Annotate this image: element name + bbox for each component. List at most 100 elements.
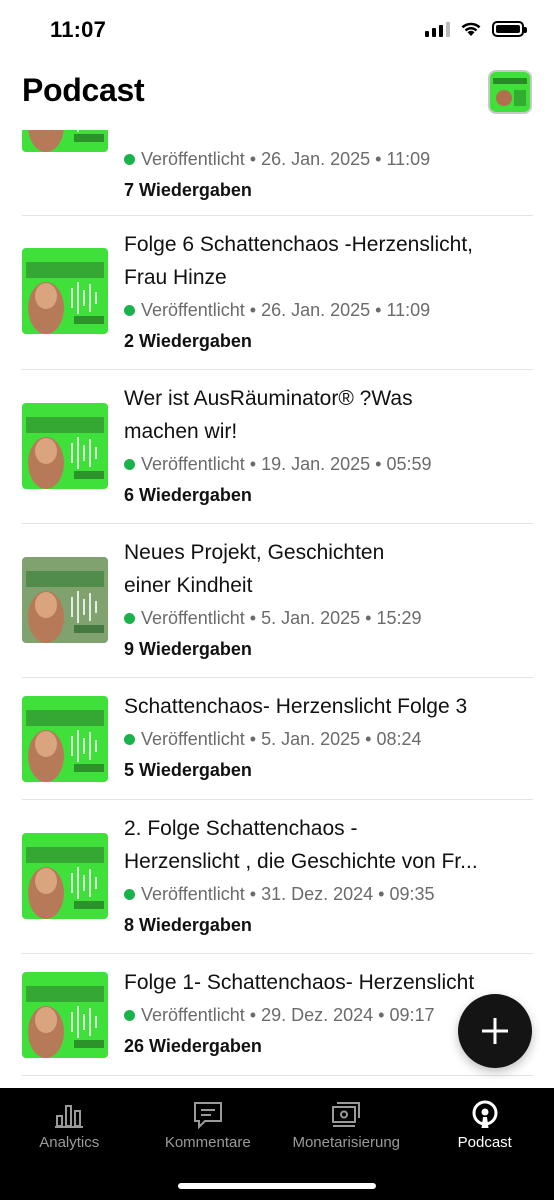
published-status-dot: [124, 888, 135, 900]
status-text: Veröffentlicht: [141, 729, 245, 749]
separator: •: [249, 149, 257, 169]
episode-row[interactable]: Veröffentlicht • 26. Jan. 2025 • 11:09 7 Wied…: [22, 130, 533, 216]
episode-details: 2. Folge Schattenchaos - Herzenslicht , d…: [124, 812, 533, 940]
publish-date: 31. Dez. 2024: [261, 884, 374, 904]
publish-date: 5. Jan. 2025: [261, 608, 361, 628]
home-indicator: [178, 1183, 376, 1189]
publish-time: 09:35: [389, 884, 435, 904]
episode-plays: 5 Wiedergaben: [124, 760, 252, 780]
episode-title: Folge 1- Schattenchaos- Herzenslicht: [124, 971, 475, 994]
status-time: 11:07: [50, 17, 107, 42]
episode-title: Folge 6 Schattenchaos -Herzenslicht,: [124, 233, 474, 256]
episode-row[interactable]: Schattenchaos- Herzenslicht Folge 3 Veröf…: [22, 678, 533, 800]
separator: •: [375, 300, 382, 320]
published-status-dot: [124, 733, 135, 745]
episode-cover-image: [22, 403, 108, 489]
page-title: Podcast: [22, 72, 145, 108]
episode-row[interactable]: Folge 6 Schattenchaos -Herzenslicht, Frau…: [22, 216, 533, 370]
status-icons: [425, 20, 527, 37]
separator: •: [378, 1005, 385, 1025]
episode-cover-image: [22, 696, 108, 782]
publish-date: 26. Jan. 2025: [261, 300, 371, 320]
separator: •: [365, 608, 372, 628]
cellular-signal-icon: [425, 21, 450, 37]
tab-label: Kommentare: [164, 1134, 251, 1151]
wifi-icon: [461, 22, 481, 36]
publish-time: 08:24: [376, 729, 422, 749]
episode-meta: Veröffentlicht • 19. Jan. 2025 • 05:59: [124, 448, 533, 480]
episode-title: Neues Projekt, Geschichten: [124, 541, 385, 564]
episode-plays: 6 Wiedergaben: [124, 485, 252, 505]
separator: •: [375, 454, 382, 474]
battery-icon: [492, 20, 527, 37]
status-text: Veröffentlicht: [141, 608, 245, 628]
separator: •: [249, 884, 257, 904]
episode-details: Neues Projekt, Geschichten einer Kindheit…: [124, 536, 533, 664]
separator: •: [249, 454, 257, 474]
published-status-dot: [124, 304, 135, 316]
episode-row[interactable]: Folge 1- Schattenchaos- Herzenslicht Verö…: [22, 954, 533, 1076]
episode-cover: [22, 248, 108, 334]
episode-meta: Veröffentlicht • 26. Jan. 2025 • 11:09: [124, 294, 533, 326]
episode-cover-image: [22, 557, 108, 643]
episode-cover: [22, 557, 108, 643]
episode-row[interactable]: 2. Folge Schattenchaos - Herzenslicht , d…: [22, 800, 533, 954]
separator: •: [249, 608, 257, 628]
status-text: Veröffentlicht: [141, 884, 245, 904]
separator: •: [249, 1005, 257, 1025]
separator: •: [249, 300, 257, 320]
separator: •: [365, 729, 372, 749]
tab-analytics[interactable]: Analytics: [0, 1088, 139, 1200]
episode-meta: Veröffentlicht • 5. Jan. 2025 • 08:24: [124, 723, 533, 755]
episode-cover: [22, 696, 108, 782]
publish-date: 26. Jan. 2025: [261, 149, 371, 169]
episode-plays: 9 Wiedergaben: [124, 639, 252, 659]
episode-cover: [22, 130, 108, 152]
episode-details: Veröffentlicht • 26. Jan. 2025 • 11:09 7 Wied…: [124, 143, 533, 205]
tab-label: Analytics: [39, 1134, 100, 1151]
podcast-cover-avatar[interactable]: [488, 70, 532, 114]
status-bar: 11:07: [0, 0, 554, 60]
publish-time: 15:29: [376, 608, 422, 628]
episode-title: Frau Hinze: [124, 266, 227, 289]
bar-chart-icon: [55, 1105, 84, 1128]
episode-details: Schattenchaos- Herzenslicht Folge 3 Veröf…: [124, 690, 533, 785]
episode-title: Wer ist AusRäuminator® ?Was: [124, 387, 413, 410]
podcast-icon: [472, 1100, 498, 1128]
publish-date: 5. Jan. 2025: [261, 729, 361, 749]
status-text: Veröffentlicht: [141, 300, 245, 320]
episode-title: 2. Folge Schattenchaos -: [124, 817, 358, 840]
podcast-cover-image: [490, 72, 530, 112]
published-status-dot: [124, 1009, 135, 1021]
episode-row[interactable]: Neues Projekt, Geschichten einer Kindheit…: [22, 524, 533, 678]
episode-plays: 7 Wiedergaben: [124, 180, 252, 200]
episode-title: Schattenchaos- Herzenslicht Folge 3: [124, 695, 468, 718]
separator: •: [249, 729, 257, 749]
episode-row[interactable]: Wer ist AusRäuminator® ?Was machen wir! Ve…: [22, 370, 533, 524]
episode-plays: 2 Wiedergaben: [124, 331, 252, 351]
tab-label: Monetarisierung: [292, 1134, 401, 1151]
episode-cover-image: [22, 972, 108, 1058]
episode-cover-image: [22, 130, 108, 152]
status-text: Veröffentlicht: [141, 454, 245, 474]
published-status-dot: [124, 612, 135, 624]
episode-meta: Veröffentlicht • 31. Dez. 2024 • 09:35: [124, 878, 533, 910]
publish-time: 09:17: [389, 1005, 435, 1025]
add-episode-button[interactable]: [458, 994, 532, 1068]
header: Podcast: [0, 60, 554, 130]
episode-list: Veröffentlicht • 26. Jan. 2025 • 11:09 7 Wied…: [0, 130, 554, 1088]
separator: •: [378, 884, 385, 904]
episode-cover: [22, 403, 108, 489]
episode-meta: Veröffentlicht • 26. Jan. 2025 • 11:09: [124, 143, 533, 175]
tab-podcast[interactable]: Podcast: [416, 1088, 554, 1200]
publish-time: 05:59: [386, 454, 432, 474]
episode-meta: Veröffentlicht • 5. Jan. 2025 • 15:29: [124, 602, 533, 634]
plus-icon: [482, 1018, 508, 1044]
episode-title: einer Kindheit: [124, 574, 253, 597]
status-text: Veröffentlicht: [141, 1005, 245, 1025]
episode-plays: 8 Wiedergaben: [124, 915, 252, 935]
separator: •: [375, 149, 382, 169]
episode-cover: [22, 833, 108, 919]
publish-date: 29. Dez. 2024: [261, 1005, 374, 1025]
tab-label: Podcast: [457, 1134, 512, 1151]
